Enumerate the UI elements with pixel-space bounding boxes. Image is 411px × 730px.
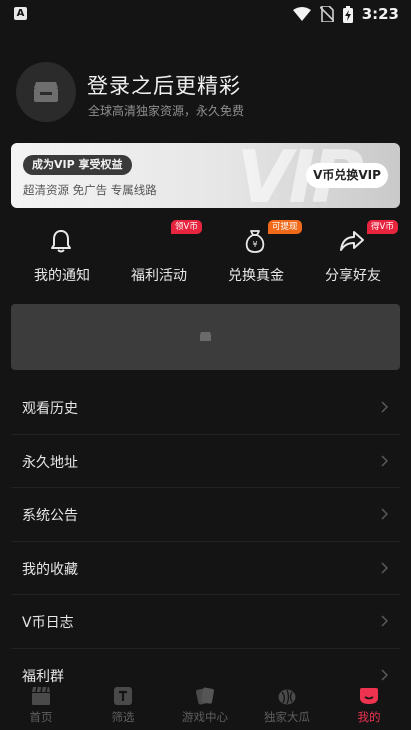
menu-item-permanent-address[interactable]: 永久地址: [11, 435, 400, 488]
no-sim-icon: [319, 6, 334, 22]
menu-item-history[interactable]: 观看历史: [11, 381, 400, 435]
app-notification-icon: A: [14, 7, 27, 20]
mine-icon: [360, 688, 378, 704]
chevron-right-icon: [381, 508, 388, 520]
menu-item-vcoin-log[interactable]: V币日志: [11, 595, 400, 649]
avatar-placeholder-icon: [34, 82, 58, 102]
clock: 3:23: [361, 5, 399, 23]
tab-label: 筛选: [111, 710, 135, 724]
badge: 领V币: [171, 220, 202, 234]
menu-item-label: 永久地址: [22, 454, 78, 471]
avatar[interactable]: [16, 62, 76, 122]
menu-list: 观看历史 永久地址 系统公告 我的收藏 V币日志 福利群: [0, 381, 411, 701]
tab-game-center[interactable]: 游戏中心: [164, 684, 246, 730]
badge: 可提现: [268, 220, 302, 234]
chevron-right-icon: [381, 615, 388, 627]
clapper-icon: [32, 686, 50, 705]
tab-label: 首页: [29, 710, 53, 724]
redeem-vip-button[interactable]: V币兑换VIP: [306, 163, 388, 188]
status-bar: A 3:23: [0, 0, 411, 28]
bottom-tab-bar: 首页 筛选 游戏中心 独家大瓜 我的: [0, 684, 411, 730]
image-placeholder-icon: [200, 332, 211, 341]
badge: 得V币: [367, 220, 398, 234]
battery-charging-icon: [342, 5, 353, 23]
share-icon: [340, 231, 364, 251]
quick-action-label: 兑换真金: [228, 268, 284, 284]
melon-icon: [278, 689, 296, 705]
login-title[interactable]: 登录之后更精彩: [87, 70, 241, 100]
ad-banner[interactable]: [11, 304, 400, 370]
login-subtitle: 全球高清独家资源，永久免费: [88, 104, 245, 118]
menu-item-announcements[interactable]: 系统公告: [11, 488, 400, 542]
quick-action-notifications[interactable]: 我的通知: [14, 222, 106, 288]
tab-filter[interactable]: 筛选: [82, 684, 164, 730]
filter-t-icon: [114, 687, 132, 705]
menu-item-label: 系统公告: [22, 508, 78, 524]
menu-item-label: 我的收藏: [22, 561, 78, 578]
tab-label: 独家大瓜: [264, 710, 310, 724]
chevron-right-icon: [381, 668, 388, 681]
menu-item-label: 观看历史: [22, 401, 78, 417]
tab-exclusive-gossip[interactable]: 独家大瓜: [246, 684, 328, 730]
chevron-right-icon: [381, 561, 388, 574]
login-header[interactable]: 登录之后更精彩 全球高清独家资源，永久免费: [16, 62, 396, 122]
vip-badge: 成为VIP 享受权益: [23, 155, 132, 175]
bell-icon: [51, 230, 71, 253]
tab-label: 游戏中心: [182, 710, 228, 724]
menu-item-favorites[interactable]: 我的收藏: [11, 542, 400, 595]
tab-home[interactable]: 首页: [0, 684, 82, 730]
quick-action-label: 福利活动: [131, 268, 187, 284]
vip-card[interactable]: VIP 成为VIP 享受权益 超清资源 免广告 专属线路 V币兑换VIP: [11, 143, 400, 208]
quick-action-welfare[interactable]: 领V币 福利活动: [111, 220, 203, 288]
quick-action-label: 我的通知: [34, 268, 90, 284]
menu-item-label: V币日志: [22, 615, 74, 631]
vip-perks: 超清资源 免广告 专属线路: [23, 183, 157, 197]
quick-action-label: 分享好友: [325, 268, 381, 284]
svg-text:¥: ¥: [252, 240, 257, 249]
chevron-right-icon: [381, 454, 388, 467]
wifi-icon: [292, 7, 311, 21]
tab-label: 我的: [357, 710, 381, 724]
money-bag-icon: ¥: [245, 230, 265, 253]
quick-actions: 我的通知 领V币 福利活动 可提现 ¥ 兑换真金 得V币 分享好友: [11, 220, 400, 288]
quick-action-exchange-cash[interactable]: 可提现 ¥ 兑换真金: [208, 220, 302, 288]
status-icons: 3:23: [292, 3, 399, 25]
tab-mine[interactable]: 我的: [328, 684, 410, 730]
chevron-right-icon: [381, 401, 388, 413]
quick-action-share[interactable]: 得V币 分享好友: [305, 220, 398, 288]
menu-item-label: 福利群: [22, 668, 64, 685]
cards-icon: [196, 687, 214, 705]
